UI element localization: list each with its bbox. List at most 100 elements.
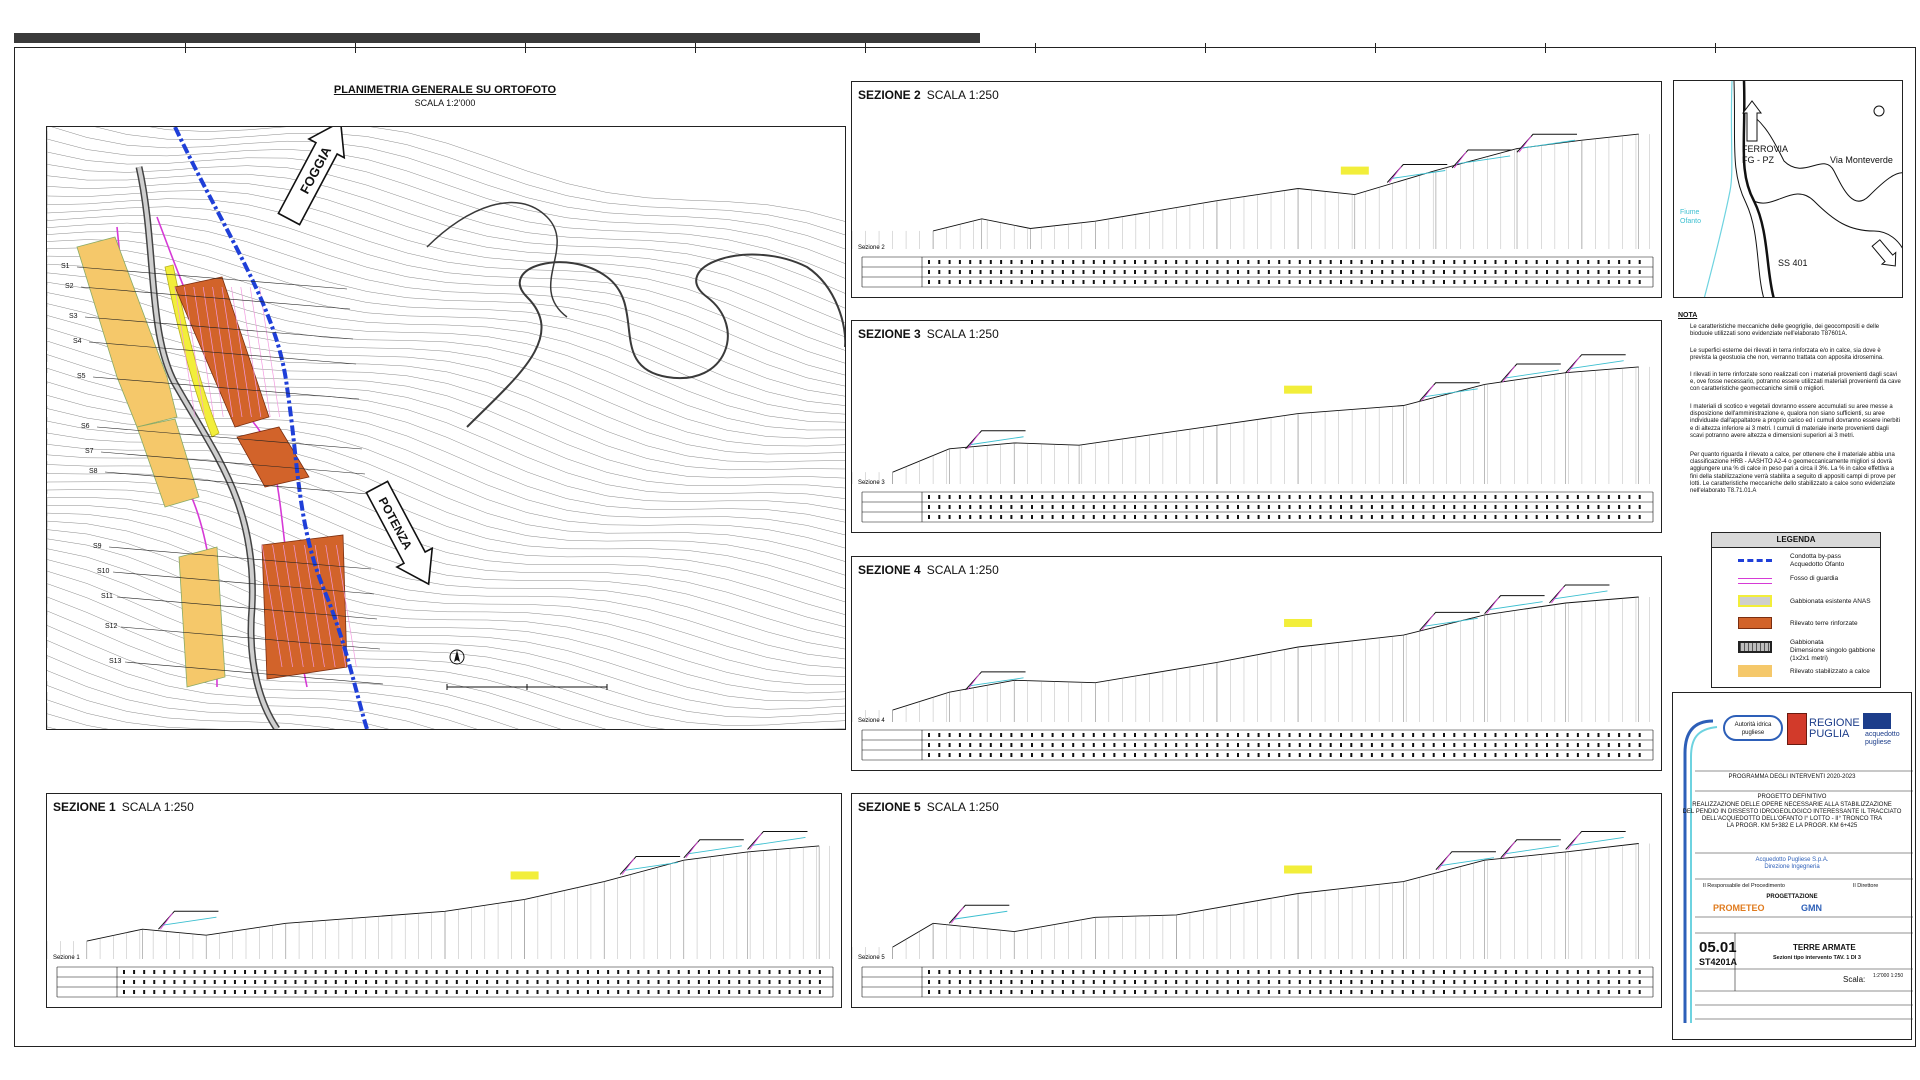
table-cell-mark xyxy=(1546,970,1548,974)
table-cell-mark xyxy=(203,990,206,994)
table-cell-mark xyxy=(143,980,146,984)
table-cell-mark xyxy=(1010,270,1013,274)
section-3-panel[interactable]: SEZIONE 3 SCALA 1:250 Sezione 3 xyxy=(851,320,1662,533)
section-2-panel[interactable]: SEZIONE 2 SCALA 1:250 Sezione 2 xyxy=(851,81,1662,298)
table-cell-mark xyxy=(284,970,287,974)
table-cell-mark xyxy=(948,495,951,499)
table-cell-mark xyxy=(1061,990,1064,994)
gabion-marker xyxy=(1284,618,1313,627)
tb-desc-1: REALIZZAZIONE DELLE OPERE NECESSARIE ALL… xyxy=(1692,802,1892,808)
table-cell-mark xyxy=(1597,970,1600,974)
table-cell-mark xyxy=(607,990,610,994)
table-cell-mark xyxy=(1123,495,1126,499)
table-cell-mark xyxy=(958,733,961,737)
table-cell-mark xyxy=(687,970,690,974)
section-1-panel[interactable]: SEZIONE 1 SCALA 1:250 Sezione 1 xyxy=(46,793,842,1008)
table-cell-mark xyxy=(1010,280,1013,284)
table-cell-mark xyxy=(948,260,951,264)
table-cell-mark xyxy=(1412,733,1415,737)
rail-label-2: FG - PZ xyxy=(1742,155,1774,165)
table-cell-mark xyxy=(1329,990,1332,994)
table-cell-mark xyxy=(969,970,972,974)
table-cell-mark xyxy=(223,970,226,974)
table-cell-mark xyxy=(1123,733,1126,737)
table-cell-mark xyxy=(385,970,388,974)
table-cell-mark xyxy=(183,970,186,974)
table-cell-mark xyxy=(1113,280,1116,284)
section-mark-label: S13 xyxy=(109,658,122,665)
table-cell-mark xyxy=(969,515,972,519)
table-cell-mark xyxy=(435,990,438,994)
table-cell-mark xyxy=(233,980,236,984)
contour-line xyxy=(47,703,109,729)
table-cell-mark xyxy=(1072,280,1075,284)
table-cell-mark xyxy=(748,990,751,994)
table-cell-mark xyxy=(294,970,297,974)
table-cell-mark xyxy=(1401,753,1404,757)
table-cell-mark xyxy=(294,980,297,984)
table-cell-mark xyxy=(1412,495,1415,499)
table-cell-mark xyxy=(687,980,690,984)
section-4-panel[interactable]: SEZIONE 4 SCALA 1:250 Sezione 4 xyxy=(851,556,1662,771)
table-cell-mark xyxy=(1175,753,1178,757)
contour-line xyxy=(47,583,845,729)
table-cell-mark xyxy=(1525,753,1528,757)
table-cell-mark xyxy=(1185,980,1188,984)
table-cell-mark xyxy=(1082,743,1085,747)
table-cell-mark xyxy=(1587,495,1590,499)
table-cell-mark xyxy=(948,990,951,994)
table-cell-mark xyxy=(344,980,347,984)
table-cell-mark xyxy=(1381,270,1384,274)
ground-profile xyxy=(892,366,1639,473)
table-cell-mark xyxy=(928,260,930,264)
table-cell-mark xyxy=(1546,280,1548,284)
table-cell-mark xyxy=(647,990,650,994)
table-cell-mark xyxy=(768,990,771,994)
table-cell-mark xyxy=(1267,495,1270,499)
table-cell-mark xyxy=(1134,743,1136,747)
table-cell-mark xyxy=(1535,990,1538,994)
table-cell-mark xyxy=(546,980,549,984)
table-cell-mark xyxy=(989,980,992,984)
table-cell-mark xyxy=(1000,515,1003,519)
table-cell-mark xyxy=(1237,753,1239,757)
table-cell-mark xyxy=(1257,270,1260,274)
table-cell-mark xyxy=(1154,970,1157,974)
table-cell-mark xyxy=(1072,743,1075,747)
table-cell-mark xyxy=(1154,260,1157,264)
table-cell-mark xyxy=(1340,743,1342,747)
table-cell-mark xyxy=(1340,970,1342,974)
table-cell-mark xyxy=(1000,970,1003,974)
table-cell-mark xyxy=(1484,270,1487,274)
table-cell-mark xyxy=(1237,505,1239,509)
contour-line xyxy=(149,127,845,222)
table-cell-mark xyxy=(506,980,509,984)
ditch-swatch xyxy=(1738,578,1772,584)
table-cell-mark xyxy=(304,980,307,984)
table-cell-mark xyxy=(1123,270,1126,274)
tb-desc-4: LA PROGR. KM 5+382 E LA PROGR. KM 6+425 xyxy=(1726,823,1858,829)
table-cell-mark xyxy=(1504,495,1507,499)
ortho-map[interactable]: FOGGIA POTENZA S1 S2 S3 S4 S5 S6 S7 S8 S9 S10 S11 S… xyxy=(46,126,846,730)
table-cell-mark xyxy=(1020,270,1023,274)
table-cell-mark xyxy=(1031,505,1033,509)
table-cell-mark xyxy=(1556,980,1559,984)
tb-firm-2: GMN xyxy=(1801,903,1822,913)
table-cell-mark xyxy=(1020,495,1023,499)
table-cell-mark xyxy=(1597,280,1600,284)
table-cell-mark xyxy=(586,970,589,974)
table-cell-mark xyxy=(193,970,196,974)
section-5-panel[interactable]: SEZIONE 5 SCALA 1:250 Sezione 5 xyxy=(851,793,1662,1008)
table-cell-mark xyxy=(1484,505,1487,509)
table-cell-mark xyxy=(1412,753,1415,757)
section-mark-label: S12 xyxy=(105,623,118,630)
table-cell-mark xyxy=(1340,505,1342,509)
table-cell-mark xyxy=(938,495,941,499)
location-map[interactable]: FERROVIA FG - PZ Via Monteverde Fiume Of… xyxy=(1673,80,1903,298)
table-cell-mark xyxy=(556,990,559,994)
table-cell-mark xyxy=(1329,505,1332,509)
tb-doc-subtitle: Sezioni tipo intervento TAV. 1 DI 3 xyxy=(1773,955,1861,961)
table-cell-mark xyxy=(1061,505,1064,509)
table-cell-mark xyxy=(958,753,961,757)
table-cell-mark xyxy=(1278,753,1281,757)
